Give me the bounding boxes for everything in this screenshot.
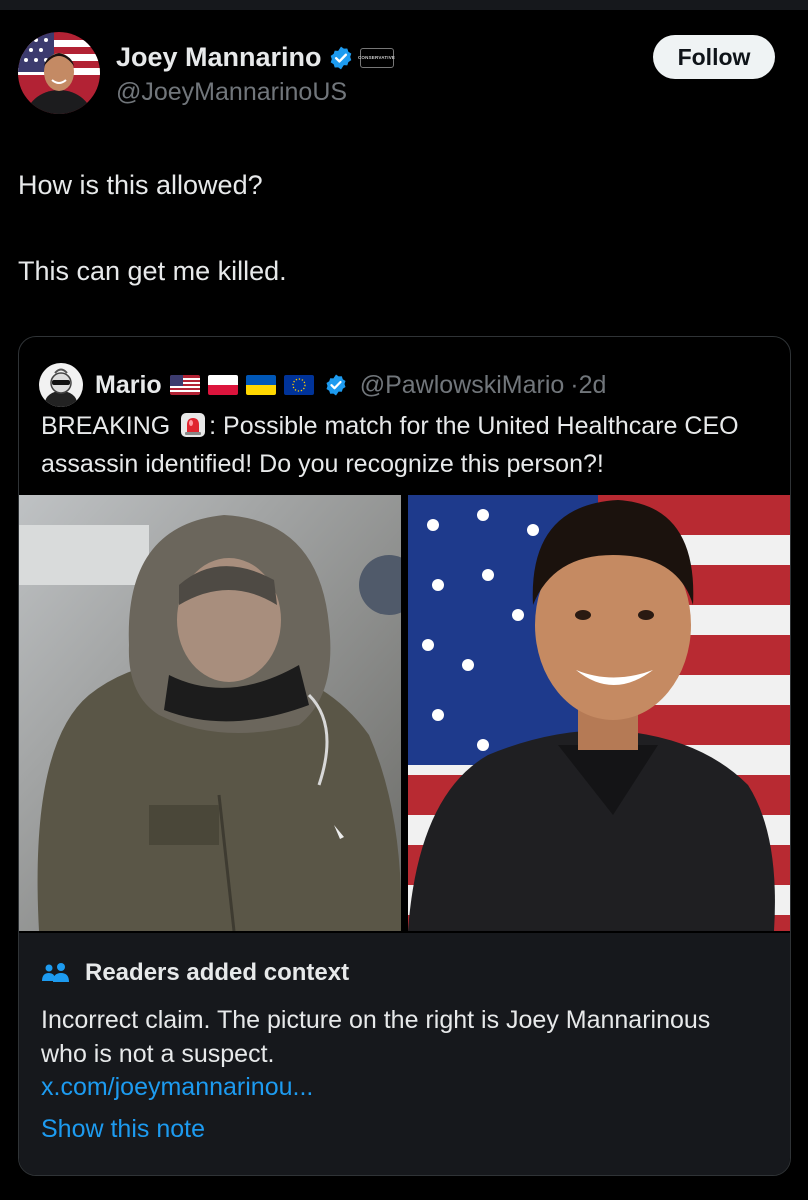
siren-emoji-icon — [181, 413, 206, 437]
verified-badge-icon — [330, 46, 351, 69]
quoted-timestamp[interactable]: ·2d — [570, 371, 606, 400]
quoted-tweet-text: BREAKING : Possible match for the United… — [41, 407, 781, 483]
flag-us-icon — [169, 375, 200, 395]
quoted-tweet-card[interactable]: Mario @PawlowskiMario ·2d BREAKING : Poss… — [18, 336, 791, 1176]
quoted-verified-badge-icon — [326, 374, 346, 396]
community-note-title: Readers added context — [85, 959, 350, 986]
community-note-header: Readers added context — [41, 959, 349, 987]
community-note-link[interactable]: x.com/joeymannarinou... — [41, 1073, 313, 1102]
quoted-text-prefix: BREAKING — [41, 412, 178, 440]
author-handle[interactable]: @JoeyMannarinoUS — [116, 78, 347, 107]
quoted-tweet-header: Mario @PawlowskiMario ·2d — [39, 363, 606, 407]
quoted-author-handle[interactable]: @PawlowskiMario — [360, 371, 565, 400]
portrait-photo[interactable] — [408, 495, 790, 931]
follow-button[interactable]: Follow — [653, 35, 775, 79]
flag-poland-icon — [207, 375, 238, 395]
top-strip — [0, 0, 808, 10]
community-note-body: Incorrect claim. The picture on the righ… — [41, 1006, 711, 1068]
tweet-text-line-1: How is this allowed? — [18, 170, 263, 200]
quoted-author-avatar[interactable] — [39, 363, 83, 407]
suspect-photo[interactable] — [19, 495, 401, 931]
flag-eu-icon — [283, 375, 314, 395]
quoted-author-name[interactable]: Mario — [95, 371, 162, 400]
affiliation-badge[interactable]: CONSERVATIVE — [357, 47, 396, 68]
show-note-button[interactable]: Show this note — [41, 1115, 205, 1144]
author-name-row: Joey Mannarino CONSERVATIVE — [116, 42, 396, 73]
tweet-text-line-2: This can get me killed. — [18, 256, 287, 286]
author-avatar[interactable] — [18, 32, 100, 114]
flag-ukraine-icon — [245, 375, 276, 395]
affiliation-label: CONSERVATIVE — [357, 55, 396, 60]
author-name[interactable]: Joey Mannarino — [116, 42, 322, 73]
community-note: Readers added context Incorrect claim. T… — [19, 933, 790, 1175]
people-icon — [42, 963, 69, 982]
